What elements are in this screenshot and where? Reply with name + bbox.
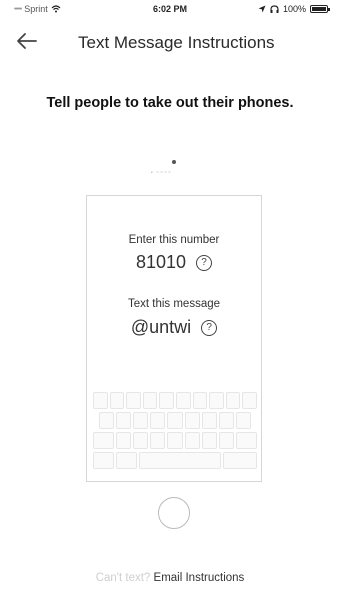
email-instructions-link[interactable]: Email Instructions [154, 572, 245, 584]
keyboard-row [93, 452, 258, 469]
battery-fill [312, 7, 326, 11]
message-row: @untwi ? [87, 317, 261, 338]
keyboard-row [93, 412, 257, 429]
question-circle-icon[interactable]: ? [201, 319, 218, 336]
headphones-icon [270, 4, 279, 13]
message-label: Text this message [127, 298, 221, 310]
phone-home-button [158, 497, 190, 529]
page-title: Text Message Instructions [78, 33, 275, 52]
arrow-left-icon[interactable] [14, 28, 40, 54]
location-arrow-icon [258, 5, 266, 13]
text-number: 81010 [135, 252, 187, 272]
footer: Can't text? Email Instructions [0, 572, 340, 584]
keyboard-illustration [93, 392, 258, 478]
battery-icon [310, 5, 330, 13]
text-message: @untwi [130, 317, 192, 337]
status-bar: ••••• Sprint 6:02 PM 100% [0, 0, 340, 18]
status-right: 100% [258, 4, 330, 14]
phone-speaker: • ~~~~ [151, 170, 172, 176]
instruction-headline: Tell people to take out their phones. [46, 95, 294, 111]
cant-text-label: Can't text? [95, 572, 151, 584]
number-label: Enter this number [128, 234, 220, 246]
phone-camera-dot [172, 160, 176, 164]
battery-percent: 100% [282, 4, 306, 14]
phone-illustration: Enter this number 81010 ? Text this mess… [86, 195, 262, 482]
question-circle-icon[interactable]: ? [196, 254, 213, 271]
number-row: 81010 ? [87, 252, 261, 273]
keyboard-row [93, 432, 258, 449]
keyboard-row [93, 392, 257, 409]
nav-header: Text Message Instructions [0, 26, 340, 58]
